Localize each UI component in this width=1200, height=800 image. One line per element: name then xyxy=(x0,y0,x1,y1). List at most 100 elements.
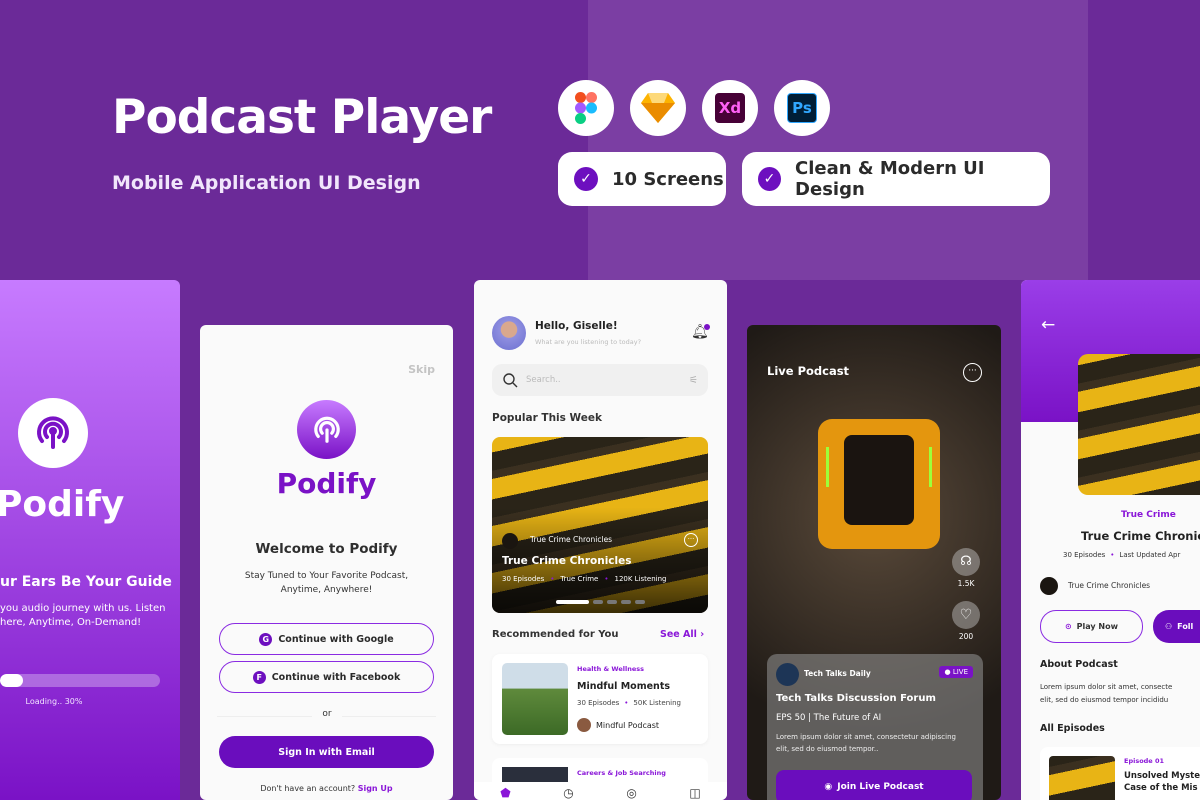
channel-name: True Crime Chronicles xyxy=(1068,581,1151,590)
welcome-screen: Skip Podify Welcome to Podify Stay Tuned… xyxy=(200,325,453,800)
channel-avatar xyxy=(776,663,799,686)
filter-icon[interactable]: ⚟ xyxy=(689,375,698,386)
skip-button[interactable]: Skip xyxy=(408,363,435,376)
or-label: or xyxy=(312,709,342,719)
featured-card[interactable]: True Crime Chronicles ··· True Crime Chr… xyxy=(492,437,708,613)
episode-title: Unsolved Myste xyxy=(1124,771,1200,781)
badge-label: Clean & Modern UI Design xyxy=(795,158,985,200)
page-subtitle: Mobile Application UI Design xyxy=(112,172,421,194)
see-all-link[interactable]: See All › xyxy=(660,629,704,640)
episodes-heading: All Episodes xyxy=(1040,723,1105,734)
library-icon[interactable]: ◫ xyxy=(689,786,700,800)
button-label: Continue with Facebook xyxy=(271,671,401,683)
channel-avatar xyxy=(502,533,518,549)
bottom-nav: ⬟ ◷ ◎ ◫ xyxy=(474,782,727,800)
detail-screen: ← True Crime True Crime Chronicl 30 Epis… xyxy=(1021,280,1200,800)
listener-count: 1.5K xyxy=(957,579,975,588)
section-recommended: Recommended for You xyxy=(492,629,619,640)
facebook-icon: F xyxy=(252,670,266,684)
show-description: Lorem ipsum dolor sit amet, consectetur … xyxy=(776,733,956,753)
home-icon[interactable]: ⬟ xyxy=(500,786,510,800)
ps-label: Ps xyxy=(787,93,817,123)
brand-name: Podify xyxy=(276,467,377,500)
page-title: Podcast Player xyxy=(112,90,492,145)
more-icon[interactable]: ··· xyxy=(684,533,698,547)
add-user-icon: ⚇ xyxy=(1165,622,1173,631)
button-label: Foll xyxy=(1177,622,1194,631)
episode-thumbnail xyxy=(1049,756,1115,800)
join-live-button[interactable]: ◉ Join Live Podcast xyxy=(776,770,972,800)
badge-design: ✓ Clean & Modern UI Design xyxy=(742,152,1050,206)
button-label: Play Now xyxy=(1076,622,1119,631)
badge-label: 10 Screens xyxy=(612,168,724,190)
explore-icon[interactable]: ◷ xyxy=(563,786,573,800)
item-title: Mindful Moments xyxy=(577,681,671,692)
live-screen: Live Podcast ··· ☊ 1.5K ♡ 200 Tech Talks… xyxy=(747,325,1001,800)
loading-progress-bar xyxy=(0,674,160,687)
podcast-logo-icon xyxy=(297,400,356,459)
featured-title: True Crime Chronicles xyxy=(502,555,632,567)
bell-icon[interactable]: 🔔︎ xyxy=(691,324,710,340)
continue-facebook-button[interactable]: F Continue with Facebook xyxy=(219,661,434,693)
meta: 30 Episodes xyxy=(1063,551,1106,559)
podcast-thumbnail xyxy=(502,663,568,735)
category: Careers & Job Searching xyxy=(577,769,666,777)
live-info-card: Tech Talks Daily ● LIVE Tech Talks Discu… xyxy=(767,654,983,800)
xd-icon: Xd xyxy=(702,80,758,136)
live-badge-label: LIVE xyxy=(952,668,968,676)
live-cover-image xyxy=(818,419,940,549)
category: Health & Wellness xyxy=(577,665,644,673)
meta: 30 Episodes xyxy=(577,699,620,707)
about-heading: About Podcast xyxy=(1040,659,1118,670)
author-avatar xyxy=(577,718,591,732)
xd-label: Xd xyxy=(715,93,745,123)
episode-title: Case of the Mis xyxy=(1124,783,1198,793)
episode-number: Episode 01 xyxy=(1124,757,1165,765)
search-icon xyxy=(503,373,518,388)
list-item[interactable]: Health & Wellness Mindful Moments 30 Epi… xyxy=(492,654,708,744)
follow-button[interactable]: ⚇ Foll xyxy=(1153,610,1200,643)
avatar[interactable] xyxy=(492,316,526,350)
greeting-subtitle: What are you listening to today? xyxy=(535,338,642,346)
more-icon[interactable]: ··· xyxy=(963,363,982,382)
episode-title: EPS 50 | The Future of AI xyxy=(776,713,882,723)
like-count: 200 xyxy=(958,632,974,641)
listen-icon[interactable]: ☊ xyxy=(952,548,980,576)
meta: 30 Episodes xyxy=(502,575,545,583)
greeting: Hello, Giselle! xyxy=(535,320,618,332)
podcast-icon: ◉ xyxy=(824,782,833,792)
heart-icon[interactable]: ♡ xyxy=(952,601,980,629)
carousel-dots[interactable] xyxy=(556,600,645,604)
show-title: Tech Talks Discussion Forum xyxy=(776,693,936,704)
episode-item[interactable]: Episode 01 Unsolved Myste Case of the Mi… xyxy=(1040,747,1200,800)
photoshop-icon: Ps xyxy=(774,80,830,136)
sign-in-email-button[interactable]: Sign In with Email xyxy=(219,736,434,768)
see-all-label: See All xyxy=(660,629,697,640)
back-arrow-icon[interactable]: ← xyxy=(1041,315,1055,335)
play-now-button[interactable]: ⊙ Play Now xyxy=(1040,610,1143,643)
check-icon: ✓ xyxy=(758,167,782,191)
google-icon: G xyxy=(259,632,273,646)
category: True Crime xyxy=(1121,510,1176,520)
progress-fill xyxy=(0,674,24,687)
button-label: Join Live Podcast xyxy=(837,782,924,792)
meta: Last Updated Apr xyxy=(1119,551,1181,559)
figma-icon xyxy=(558,80,614,136)
about-text: elit, sed do eiusmod tempor incididu xyxy=(1040,696,1169,704)
play-icon: ⊙ xyxy=(1064,622,1072,631)
search-input[interactable]: Search.. ⚟ xyxy=(492,364,708,396)
channel-name: True Crime Chronicles xyxy=(530,535,613,544)
welcome-subtitle: Anytime, Anywhere! xyxy=(280,585,373,595)
sign-up-link[interactable]: Sign Up xyxy=(358,784,393,793)
podcast-icon[interactable]: ◎ xyxy=(626,786,636,800)
continue-google-button[interactable]: G Continue with Google xyxy=(219,623,434,655)
about-text: Lorem ipsum dolor sit amet, consecte xyxy=(1040,683,1173,691)
author: Mindful Podcast xyxy=(596,720,660,730)
meta: 50K Listening xyxy=(633,699,681,707)
splash-headline: ur Ears Be Your Guide xyxy=(0,574,172,590)
brand-name: Podify xyxy=(0,484,125,525)
welcome-title: Welcome to Podify xyxy=(255,541,398,557)
meta: True Crime xyxy=(560,575,599,583)
podcast-title: True Crime Chronicl xyxy=(1081,529,1200,543)
splash-body: you audio journey with us. Listen xyxy=(0,603,166,614)
